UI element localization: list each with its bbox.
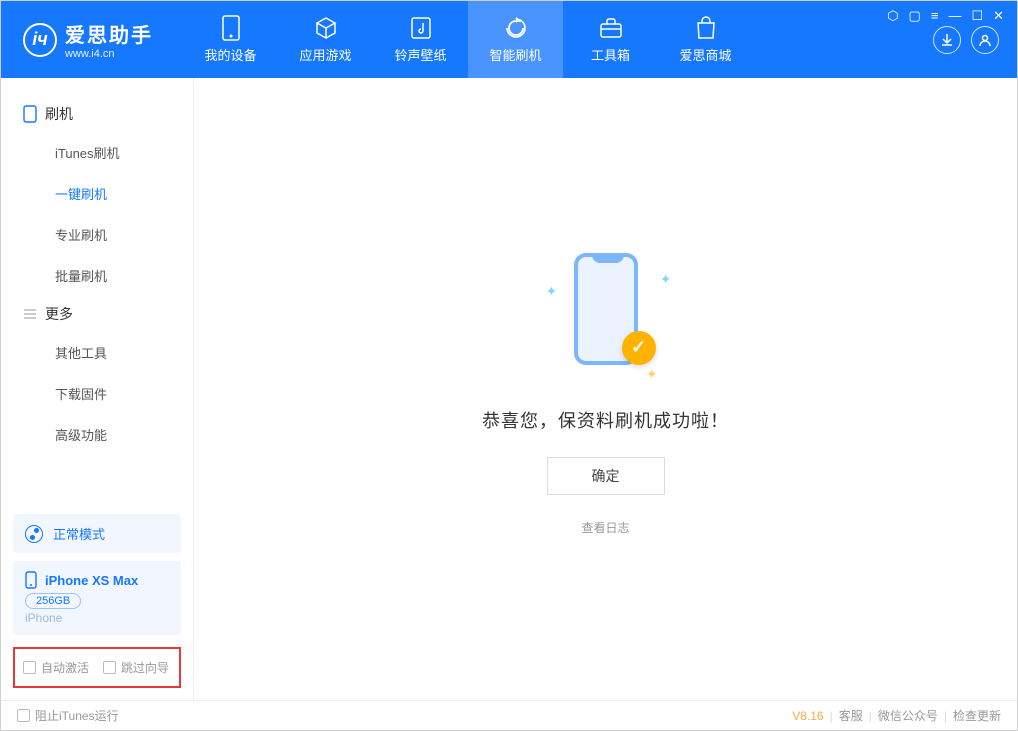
device-name: iPhone XS Max: [45, 573, 138, 588]
checkmark-badge-icon: ✓: [622, 331, 656, 365]
list-icon: [23, 307, 37, 321]
tab-smart-flash[interactable]: 智能刷机: [468, 1, 563, 78]
check-update-link[interactable]: 检查更新: [953, 707, 1001, 724]
wechat-link[interactable]: 微信公众号: [878, 707, 938, 724]
tab-label: 智能刷机: [489, 45, 541, 64]
checkbox-label: 阻止iTunes运行: [35, 707, 119, 724]
device-icon: [25, 571, 37, 589]
success-illustration: ✦ ✦ ✦ ✓: [536, 243, 676, 383]
menu-icon[interactable]: ≡: [931, 8, 939, 24]
options-box: 自动激活 跳过向导: [13, 647, 181, 688]
device-icon: [218, 15, 244, 41]
group-label: 刷机: [45, 104, 73, 124]
checkbox-icon: [17, 709, 30, 722]
scan-icon[interactable]: ▢: [909, 8, 921, 24]
sidebar-item-other-tools[interactable]: 其他工具: [1, 332, 193, 373]
tab-label: 爱思商城: [679, 45, 731, 64]
tab-toolbox[interactable]: 工具箱: [563, 1, 658, 78]
sidebar-item-pro-flash[interactable]: 专业刷机: [1, 214, 193, 255]
download-button[interactable]: [933, 26, 961, 54]
block-itunes-checkbox[interactable]: 阻止iTunes运行: [17, 707, 119, 724]
support-link[interactable]: 客服: [839, 707, 863, 724]
sparkle-icon: ✦: [646, 366, 658, 383]
app-name: 爱思助手: [65, 19, 153, 48]
device-type: iPhone: [25, 611, 169, 625]
auto-activate-checkbox[interactable]: 自动激活: [23, 659, 89, 676]
sparkle-icon: ✦: [546, 283, 558, 300]
app-url: www.i4.cn: [65, 48, 153, 60]
checkbox-icon: [23, 661, 36, 674]
phone-icon: [23, 105, 37, 123]
toolbox-icon: [598, 15, 624, 41]
mode-icon: [25, 525, 43, 543]
view-log-link[interactable]: 查看日志: [581, 519, 629, 536]
sidebar-item-download-firmware[interactable]: 下载固件: [1, 373, 193, 414]
ok-button[interactable]: 确定: [547, 457, 665, 495]
device-card[interactable]: iPhone XS Max 256GB iPhone: [13, 561, 181, 635]
sidebar-item-batch-flash[interactable]: 批量刷机: [1, 255, 193, 296]
sidebar-group-flash: 刷机: [1, 96, 193, 132]
tab-ringtone-wallpaper[interactable]: 铃声壁纸: [373, 1, 468, 78]
skip-wizard-checkbox[interactable]: 跳过向导: [103, 659, 169, 676]
sidebar: 刷机 iTunes刷机 一键刷机 专业刷机 批量刷机 更多 其他工具 下载固件 …: [1, 78, 194, 700]
checkbox-label: 跳过向导: [121, 659, 169, 676]
logo-icon: iч: [23, 23, 57, 57]
tab-store[interactable]: 爱思商城: [658, 1, 753, 78]
user-icon: [978, 33, 992, 47]
logo-text: 爱思助手 www.i4.cn: [65, 19, 153, 60]
sidebar-item-oneclick-flash[interactable]: 一键刷机: [1, 173, 193, 214]
download-icon: [940, 33, 954, 47]
checkbox-label: 自动激活: [41, 659, 89, 676]
header-right: [933, 26, 999, 54]
mode-status[interactable]: 正常模式: [13, 514, 181, 553]
logo: iч 爱思助手 www.i4.cn: [23, 19, 153, 60]
tab-label: 应用游戏: [299, 45, 351, 64]
tab-label: 工具箱: [591, 45, 630, 64]
success-message: 恭喜您，保资料刷机成功啦！: [482, 407, 729, 433]
minimize-button[interactable]: —: [948, 8, 961, 24]
music-icon: [408, 15, 434, 41]
sidebar-item-advanced[interactable]: 高级功能: [1, 414, 193, 455]
checkbox-icon: [103, 661, 116, 674]
tab-my-device[interactable]: 我的设备: [183, 1, 278, 78]
body: 刷机 iTunes刷机 一键刷机 专业刷机 批量刷机 更多 其他工具 下载固件 …: [1, 78, 1017, 700]
cube-icon: [313, 15, 339, 41]
tab-label: 铃声壁纸: [394, 45, 446, 64]
tab-apps-games[interactable]: 应用游戏: [278, 1, 373, 78]
refresh-icon: [503, 15, 529, 41]
sidebar-group-more: 更多: [1, 296, 193, 332]
nav-tabs: 我的设备 应用游戏 铃声壁纸 智能刷机 工具箱 爱思商城: [183, 1, 753, 78]
window-controls: ⬡ ▢ ≡ — ☐ ✕: [887, 8, 1004, 24]
device-storage-badge: 256GB: [25, 593, 81, 609]
maximize-button[interactable]: ☐: [971, 8, 983, 24]
shirt-icon[interactable]: ⬡: [887, 8, 898, 24]
main-content: ✦ ✦ ✦ ✓ 恭喜您，保资料刷机成功啦！ 确定 查看日志: [194, 78, 1017, 700]
version-label: V8.16: [792, 709, 823, 723]
bag-icon: [693, 15, 719, 41]
footer: 阻止iTunes运行 V8.16 | 客服 | 微信公众号 | 检查更新: [1, 700, 1017, 730]
mode-label: 正常模式: [53, 524, 105, 543]
sparkle-icon: ✦: [660, 271, 672, 288]
sidebar-item-itunes-flash[interactable]: iTunes刷机: [1, 132, 193, 173]
tab-label: 我的设备: [204, 45, 256, 64]
close-button[interactable]: ✕: [993, 8, 1004, 24]
group-label: 更多: [45, 304, 73, 324]
user-button[interactable]: [971, 26, 999, 54]
app-header: iч 爱思助手 www.i4.cn 我的设备 应用游戏 铃声壁纸 智能刷机 工具…: [1, 1, 1017, 78]
